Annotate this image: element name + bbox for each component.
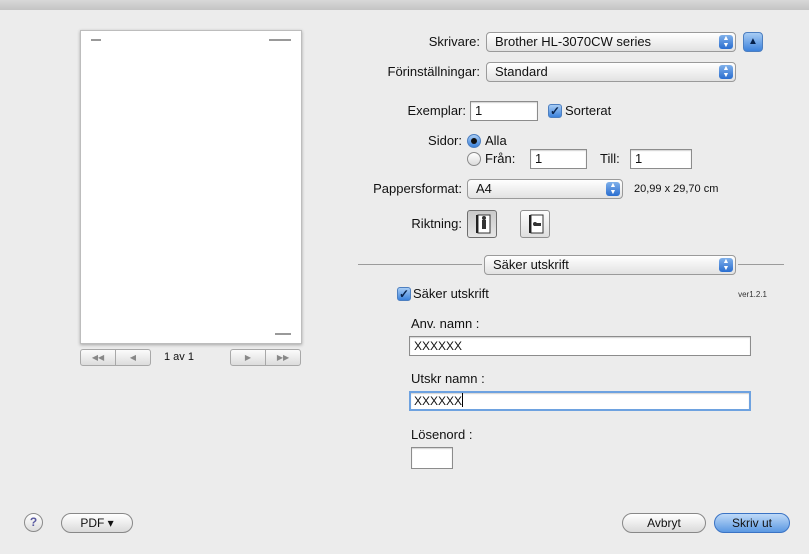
paper-size-popup[interactable]: A4 ▲ ▼ — [467, 179, 623, 199]
collate-checkbox[interactable]: ✓ — [548, 104, 562, 118]
portrait-orientation-icon — [476, 214, 491, 234]
pages-from-label: Från: — [485, 151, 516, 166]
secure-print-label: Säker utskrift — [413, 286, 489, 301]
cancel-button[interactable]: Avbryt — [622, 513, 706, 533]
section-separator-right — [738, 264, 784, 265]
pdf-button[interactable]: PDF ▾ — [61, 513, 133, 533]
text-caret — [462, 393, 464, 407]
orientation-label: Riktning: — [411, 216, 462, 231]
job-name-field[interactable]: XXXXXX — [409, 391, 751, 411]
preview-header-left — [91, 39, 101, 41]
portrait-orientation-button[interactable] — [467, 210, 497, 238]
copies-label: Exemplar: — [407, 103, 466, 118]
preview-footer — [275, 333, 291, 335]
pages-to-field[interactable]: 1 — [630, 149, 692, 169]
page-counter: 1 av 1 — [164, 351, 194, 363]
section-separator-left — [358, 264, 482, 265]
up-down-arrows-icon: ▲ ▼ — [606, 182, 620, 196]
landscape-orientation-icon — [529, 214, 544, 234]
secure-print-checkbox[interactable]: ✓ — [397, 287, 411, 301]
collapse-details-button[interactable]: ▲ — [743, 32, 763, 52]
help-button[interactable]: ? — [24, 513, 43, 532]
section-value: Säker utskrift — [493, 257, 569, 272]
paper-size-label: Pappersformat: — [373, 181, 462, 196]
user-name-label: Anv. namn : — [411, 316, 480, 331]
presets-value: Standard — [495, 64, 548, 79]
printer-label: Skrivare: — [428, 34, 480, 49]
password-label: Lösenord : — [411, 427, 473, 442]
paper-size-value: A4 — [476, 181, 492, 196]
print-preview-page — [80, 30, 302, 344]
printer-popup[interactable]: Brother HL-3070CW series ▲ ▼ — [486, 32, 736, 52]
previous-page-button[interactable]: ◀ — [115, 350, 150, 365]
pages-all-radio[interactable] — [467, 134, 481, 148]
preview-header-right — [269, 39, 291, 41]
version-label: ver1.2.1 — [738, 290, 767, 299]
pages-to-label: Till: — [600, 151, 620, 166]
preview-forward-nav: ▶ ▶▶ — [230, 349, 301, 366]
section-popup[interactable]: Säker utskrift ▲ ▼ — [484, 255, 736, 275]
up-down-arrows-icon: ▲ ▼ — [719, 35, 733, 49]
pages-range-radio[interactable] — [467, 152, 481, 166]
copies-field[interactable]: 1 — [470, 101, 538, 121]
window-titlebar — [0, 0, 809, 10]
triangle-up-icon: ▲ — [748, 36, 758, 47]
printer-value: Brother HL-3070CW series — [495, 34, 652, 49]
pages-all-label: Alla — [485, 133, 507, 148]
job-name-label: Utskr namn : — [411, 371, 485, 386]
password-field[interactable] — [411, 447, 453, 469]
collate-label: Sorterat — [565, 103, 612, 118]
paper-dimensions: 20,99 x 29,70 cm — [634, 183, 719, 195]
first-page-button[interactable]: ◀◀ — [81, 350, 115, 365]
print-button[interactable]: Skriv ut — [714, 513, 790, 533]
question-icon: ? — [29, 515, 38, 529]
up-down-arrows-icon: ▲ ▼ — [719, 258, 733, 272]
preview-back-nav: ◀◀ ◀ — [80, 349, 151, 366]
presets-label: Förinställningar: — [387, 64, 481, 79]
presets-popup[interactable]: Standard ▲ ▼ — [486, 62, 736, 82]
pages-label: Sidor: — [428, 133, 462, 148]
landscape-orientation-button[interactable] — [520, 210, 550, 238]
last-page-button[interactable]: ▶▶ — [265, 350, 300, 365]
pages-from-field[interactable]: 1 — [530, 149, 587, 169]
user-name-field[interactable]: XXXXXX — [409, 336, 751, 356]
next-page-button[interactable]: ▶ — [231, 350, 265, 365]
job-name-value: XXXXXX — [414, 394, 463, 408]
up-down-arrows-icon: ▲ ▼ — [719, 65, 733, 79]
